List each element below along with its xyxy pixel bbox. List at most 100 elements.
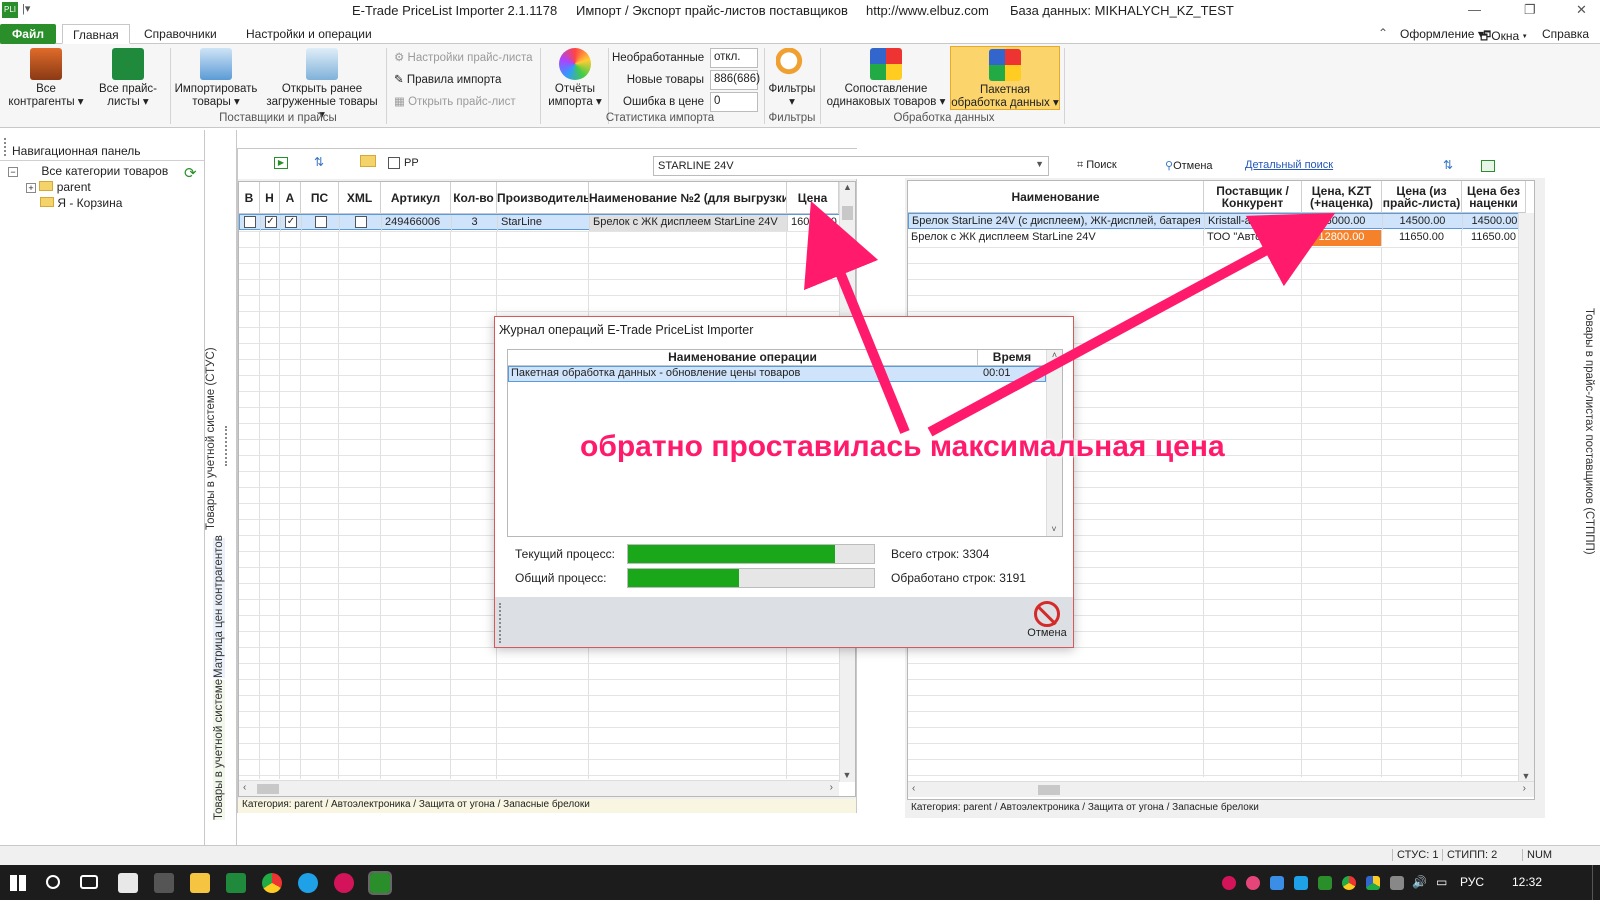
pp-checkbox[interactable] [388,157,400,169]
row-price-kzt-highlight[interactable]: 12800.00 [1302,230,1382,246]
hscroll-thumb[interactable] [1038,785,1060,795]
scroll-down-icon[interactable]: ˅ [1047,524,1061,534]
col-n[interactable]: Н [260,182,280,214]
minimize-icon[interactable]: — [1468,2,1481,17]
row-ps-cell[interactable] [302,215,340,231]
tree-item-cart[interactable]: Я - Корзина [40,196,122,210]
right-grid-hscroll[interactable]: ‹ › [908,781,1534,797]
row-price[interactable]: 16000.00 [788,215,840,231]
col-name2[interactable]: Наименование №2 (для выгрузки) [589,182,787,214]
table-row[interactable]: Брелок StarLine 24V (с дисплеем), ЖК-дис… [908,213,1527,230]
table-row[interactable]: Брелок с ЖК дисплеем StarLine 24V ТОО "А… [908,230,1526,246]
quick-access-icon[interactable]: |▾ [22,2,36,18]
menu-windows[interactable]: 🗗Окна ▾ [1476,24,1537,44]
col-operation[interactable]: Наименование операции [508,350,978,366]
sort-icon[interactable]: ⇅ [314,155,324,169]
tab-stus[interactable]: Товары в учетной системе (СТУС) [205,330,217,530]
excel-icon[interactable] [226,873,246,893]
col-price[interactable]: Цена [787,182,839,214]
checkbox-ps[interactable] [314,216,327,228]
detailed-search-link[interactable]: Детальный поиск [1245,159,1333,171]
col-price-pl[interactable]: Цена (из прайс-листа) [1382,181,1462,213]
tab-settings[interactable]: Настройки и операции [236,24,382,44]
collapse-ribbon-icon[interactable]: ⌃ [1378,26,1388,40]
sort-icon[interactable]: ⇅ [1443,158,1453,172]
tray-icon-2[interactable] [1246,876,1260,890]
col-a[interactable]: А [280,182,301,214]
tab-goods-in-system[interactable]: Товары в учетной системе [213,679,225,820]
tab-stppp[interactable]: Товары в прайс-листах поставщиков (СТППП… [1583,308,1595,558]
col-manufacturer[interactable]: Производитель [497,182,589,214]
scroll-down-icon[interactable]: ▼ [1519,771,1533,781]
expand-icon[interactable]: + [26,183,36,193]
skype-icon[interactable] [298,873,318,893]
batch-processing-button[interactable]: Пакетная обработка данных ▾ [950,46,1060,110]
tray-icon-4[interactable] [1318,876,1332,890]
calculator-icon[interactable] [154,873,174,893]
row-qty[interactable]: 3 [452,215,498,231]
col-supplier[interactable]: Поставщик / Конкурент [1204,181,1302,213]
cancel-search-button[interactable]: ⚲Отмена [1165,159,1213,172]
scroll-thumb[interactable] [842,206,853,220]
row-price-pl[interactable]: 11650.00 [1382,230,1462,246]
tree-root[interactable]: − Все категории товаров [8,164,168,178]
checkbox-xml[interactable] [354,216,367,228]
app-icon-2[interactable] [334,873,354,893]
tree-item-parent[interactable]: + parent [26,180,91,194]
footer-grip[interactable] [499,603,502,643]
list-item[interactable]: Пакетная обработка данных - обновление ц… [508,366,1046,382]
volume-icon[interactable]: 🔊 [1412,875,1427,889]
tab-price-matrix[interactable]: Матрица цен контрагентов [213,535,225,678]
col-price-kzt[interactable]: Цена, KZT (+наценка) [1302,181,1382,213]
play-icon[interactable]: ▶ [274,157,288,169]
row-n-cell[interactable]: ✓ [261,215,281,231]
splitter-grip[interactable] [225,426,228,466]
open-loaded-button[interactable]: Открыть ранее загруженные товары ▾ [262,44,382,122]
checkbox-n[interactable]: ✓ [264,216,277,228]
chevron-down-icon[interactable]: ▼ [1035,159,1044,169]
tray-icon-3[interactable] [1294,876,1308,890]
row-b-cell[interactable] [240,215,261,231]
row-article[interactable]: 249466006 [382,215,452,231]
col-time[interactable]: Время [978,350,1046,366]
scroll-left-icon[interactable]: ‹ [912,783,915,794]
col-price-raw[interactable]: Цена без наценки [1462,181,1526,213]
left-grid-hscroll[interactable]: ‹ › [239,780,839,796]
explorer-icon[interactable] [190,873,210,893]
pricelist-importer-icon[interactable] [368,871,392,895]
tray-chrome-icon[interactable] [1342,876,1356,890]
dialog-cancel-button[interactable]: Отмена [1025,601,1069,639]
app-icon-1[interactable] [118,873,138,893]
scroll-left-icon[interactable]: ‹ [243,782,246,793]
checkbox-b[interactable] [244,216,256,228]
hscroll-thumb[interactable] [257,784,279,794]
tab-main[interactable]: Главная [62,24,130,44]
match-same-button[interactable]: Сопоставление одинаковых товаров ▾ [824,44,948,109]
row-price-raw[interactable]: 11650.00 [1462,230,1526,246]
col-xml[interactable]: XML [339,182,381,214]
export-icon[interactable] [1481,160,1495,172]
close-icon[interactable]: ✕ [1576,2,1587,18]
col-qty[interactable]: Кол-во [451,182,497,214]
scroll-right-icon[interactable]: › [830,782,833,793]
restore-icon[interactable]: ❐ [1524,2,1536,18]
col-article[interactable]: Артикул [381,182,451,214]
table-row[interactable]: ✓ ✓ 249466006 3 StarLine Брелок с ЖК дис… [239,214,840,231]
tab-refs[interactable]: Справочники [134,24,227,44]
col-b[interactable]: В [239,182,260,214]
windows-start-icon[interactable] [10,875,26,891]
row-name[interactable]: Брелок StarLine 24V (с дисплеем), ЖК-дис… [909,214,1205,230]
row-price-pl[interactable]: 14500.00 [1383,214,1463,230]
folder-open-icon[interactable] [360,155,376,167]
dropbox-icon[interactable] [1270,876,1284,890]
task-view-icon[interactable] [80,875,98,889]
keyboard-language[interactable]: РУС [1460,875,1484,889]
tray-icon-1[interactable] [1222,876,1236,890]
import-rules-button[interactable]: ✎ Правила импорта [394,72,501,86]
scroll-down-icon[interactable]: ▼ [840,770,854,780]
pl-settings-button[interactable]: ⚙ Настройки прайс-листа [394,50,533,64]
refresh-icon[interactable]: ⟳ [184,164,197,182]
chrome-icon[interactable] [262,873,282,893]
network-icon[interactable]: ▭ [1436,875,1447,889]
import-goods-button[interactable]: Импортировать товары ▾ [172,44,260,109]
